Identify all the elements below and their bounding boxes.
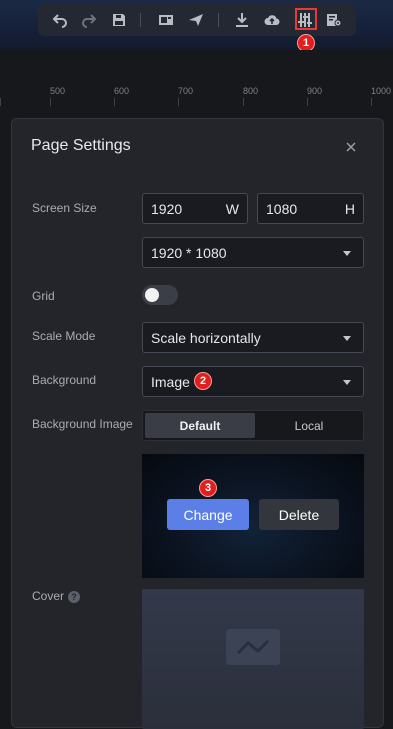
scale-mode-value: Scale horizontally xyxy=(151,329,261,346)
screen-height-input[interactable]: 1080 H xyxy=(257,193,364,224)
height-suffix: H xyxy=(344,201,355,217)
cover-label-text: Cover xyxy=(32,589,65,603)
background-image-source-tabs: Default Local xyxy=(142,410,364,441)
grid-label: Grid xyxy=(32,289,55,303)
tab-default[interactable]: Default xyxy=(145,413,255,438)
ruler-line xyxy=(178,98,179,106)
ruler-tick-900: 900 xyxy=(307,86,323,96)
page-settings-panel: Page Settings Screen Size 1920 W 1080 H … xyxy=(11,118,384,729)
delete-button[interactable]: Delete xyxy=(259,499,339,530)
ruler-line xyxy=(50,98,51,106)
ruler-line xyxy=(243,98,244,106)
help-icon[interactable]: ? xyxy=(68,590,81,603)
horizontal-ruler: 500 600 700 800 900 1000 xyxy=(0,50,393,118)
background-image-preview: 3 Change Delete xyxy=(142,454,364,578)
undo-icon[interactable] xyxy=(52,12,68,28)
screen-size-label: Screen Size xyxy=(32,201,97,215)
change-button[interactable]: Change xyxy=(167,499,249,530)
toggle-knob xyxy=(145,288,159,302)
background-value: Image xyxy=(151,373,190,390)
ruler-tick-1000: 1000 xyxy=(371,86,392,96)
ruler-line xyxy=(114,98,115,106)
top-bar: 1 xyxy=(0,0,393,52)
publish-icon[interactable] xyxy=(188,12,204,28)
background-image-label: Background Image xyxy=(32,417,133,431)
grid-toggle[interactable] xyxy=(142,285,178,305)
chevron-down-icon xyxy=(343,380,351,385)
upload-cloud-icon[interactable] xyxy=(264,12,280,28)
cover-label: Cover? xyxy=(32,589,81,603)
background-label: Background xyxy=(32,373,97,387)
scale-mode-label: Scale Mode xyxy=(32,329,96,343)
close-icon[interactable] xyxy=(344,140,358,154)
screen-width-value: 1920 xyxy=(151,200,183,217)
panel-title: Page Settings xyxy=(31,137,131,154)
image-placeholder-icon xyxy=(226,629,280,665)
preview-icon[interactable] xyxy=(158,12,174,28)
redo-icon[interactable] xyxy=(81,12,97,28)
ruler-line xyxy=(307,98,308,106)
step-badge-3: 3 xyxy=(199,479,217,497)
ruler-tick-600: 600 xyxy=(114,86,130,96)
cover-preview[interactable] xyxy=(142,589,364,729)
screen-size-preset-select[interactable]: 1920 * 1080 xyxy=(142,237,364,268)
chevron-down-icon xyxy=(343,336,351,341)
tab-local[interactable]: Local xyxy=(255,413,363,438)
screen-width-input[interactable]: 1920 W xyxy=(142,193,248,224)
download-icon[interactable] xyxy=(234,12,250,28)
toolbar-divider xyxy=(140,13,141,27)
step-badge-2: 2 xyxy=(194,372,212,390)
width-suffix: W xyxy=(225,201,239,217)
page-settings-highlight xyxy=(295,8,317,30)
config-icon[interactable] xyxy=(326,12,342,28)
toolbar-divider xyxy=(218,13,219,27)
ruler-line xyxy=(371,98,372,106)
ruler-tick-500: 500 xyxy=(50,86,66,96)
screen-height-value: 1080 xyxy=(266,200,298,217)
ruler-line xyxy=(0,98,1,106)
preset-value: 1920 * 1080 xyxy=(151,244,227,261)
scale-mode-select[interactable]: Scale horizontally xyxy=(142,322,364,353)
ruler-tick-800: 800 xyxy=(243,86,259,96)
background-select[interactable]: Image xyxy=(142,366,364,397)
save-icon[interactable] xyxy=(111,12,127,28)
ruler-tick-700: 700 xyxy=(178,86,194,96)
chevron-down-icon xyxy=(343,251,351,256)
